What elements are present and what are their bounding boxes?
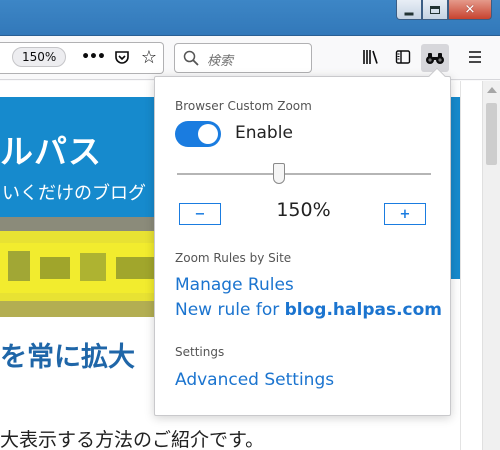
article-heading[interactable]: を常に拡大 <box>0 335 135 374</box>
thumbnail-pixel <box>116 257 154 279</box>
article-thumbnail-image[interactable] <box>0 217 162 317</box>
window-titlebar[interactable]: ✕ <box>0 0 500 36</box>
section-label-zoom: Browser Custom Zoom <box>175 99 312 113</box>
article-text: 大表示する方法のご紹介です。 <box>0 429 265 450</box>
search-input[interactable]: 検索 <box>174 43 312 73</box>
thumbnail-band <box>0 217 162 231</box>
page-scrollbar[interactable] <box>482 81 500 450</box>
maximize-button[interactable] <box>422 0 448 20</box>
pocket-icon[interactable] <box>113 48 131 66</box>
zoom-slider-track[interactable] <box>177 173 431 175</box>
site-subtitle: いくだけのブログ <box>2 183 146 204</box>
page-actions-icon[interactable]: ••• <box>81 48 106 66</box>
site-title[interactable]: ルパス <box>0 125 102 173</box>
search-placeholder: 検索 <box>207 54 234 69</box>
close-icon: ✕ <box>464 2 476 17</box>
minimize-icon <box>404 12 414 15</box>
new-rule-link[interactable]: New rule for blog.halpas.com <box>175 300 442 320</box>
enable-label: Enable <box>235 123 293 143</box>
bookmark-star-icon[interactable]: ☆ <box>140 47 158 68</box>
custom-zoom-panel: Browser Custom Zoom Enable − 150% + Zoom… <box>154 76 451 416</box>
thumbnail-pixel <box>80 253 106 281</box>
close-button[interactable]: ✕ <box>448 0 492 20</box>
enable-toggle[interactable] <box>175 121 221 147</box>
scroll-thumb[interactable] <box>486 103 497 165</box>
hamburger-menu-icon[interactable] <box>466 48 484 66</box>
thumbnail-pixel <box>8 251 30 281</box>
thumbnail-band <box>0 301 162 317</box>
scroll-up-arrow-icon[interactable] <box>487 87 497 93</box>
maximize-icon <box>430 5 440 14</box>
new-rule-domain: blog.halpas.com <box>284 300 443 320</box>
minimize-button[interactable] <box>396 0 422 20</box>
zoom-slider-thumb[interactable] <box>272 163 285 184</box>
page-right-margin <box>460 81 477 450</box>
window-controls: ✕ <box>396 0 492 22</box>
toggle-knob <box>198 124 218 144</box>
zoom-in-button[interactable]: + <box>384 203 426 225</box>
zoom-indicator-button[interactable]: 150% <box>12 47 67 67</box>
section-label-rules: Zoom Rules by Site <box>175 251 292 265</box>
manage-rules-link[interactable]: Manage Rules <box>175 275 294 295</box>
sidebar-toggle-icon[interactable] <box>394 48 412 66</box>
section-label-settings: Settings <box>175 345 225 359</box>
new-rule-prefix: New rule for <box>175 300 285 320</box>
search-icon <box>183 50 199 66</box>
thumbnail-pixel <box>40 257 70 279</box>
library-icon[interactable] <box>362 48 380 66</box>
advanced-settings-link[interactable]: Advanced Settings <box>175 370 334 390</box>
